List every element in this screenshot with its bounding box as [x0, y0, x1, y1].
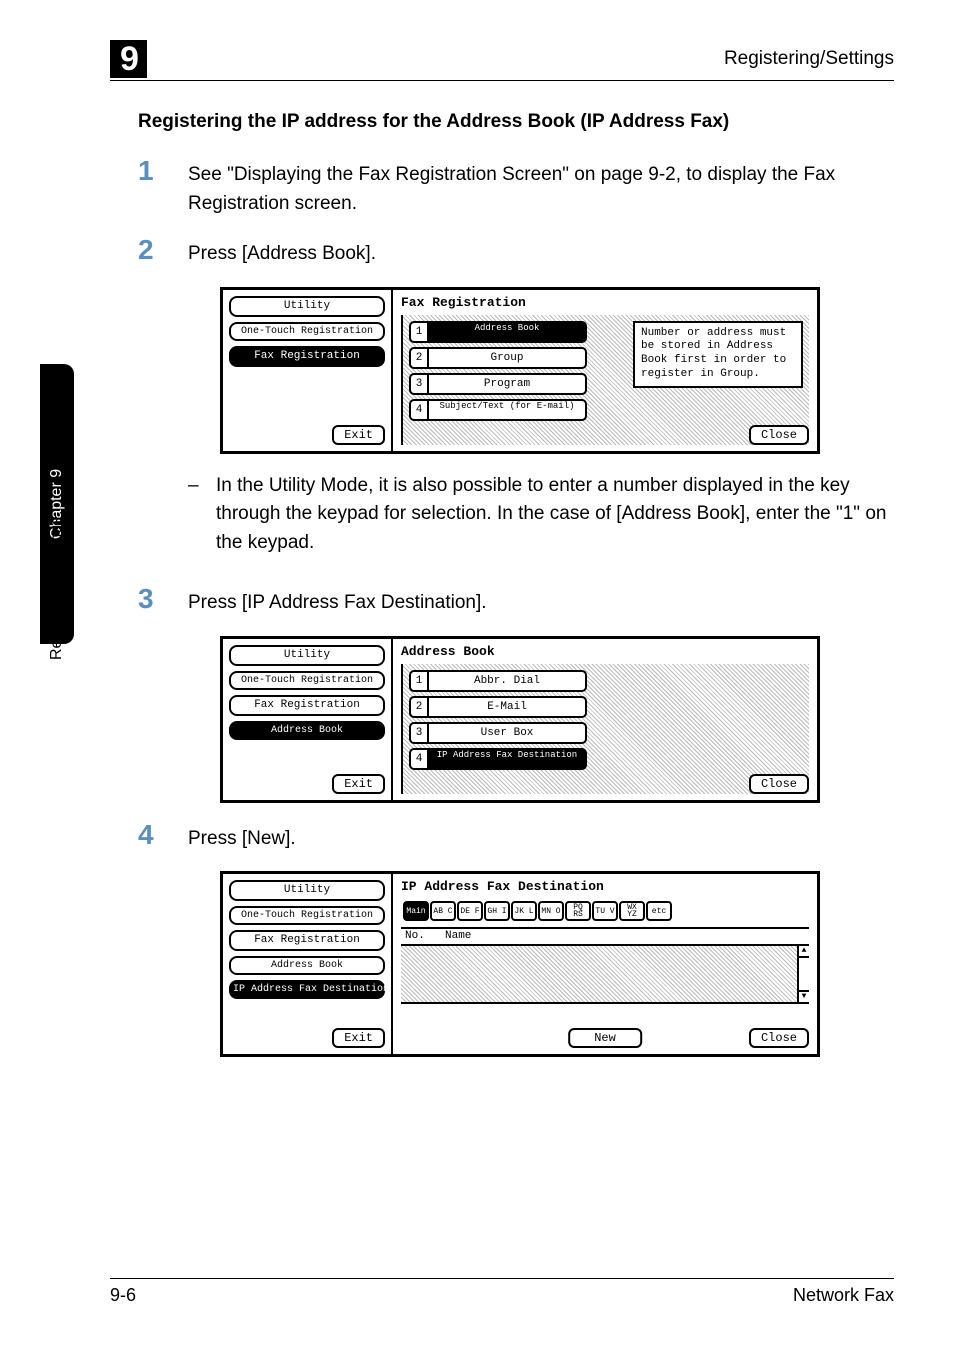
row-ip-fax-dest: 4 IP Address Fax Destination	[409, 748, 803, 770]
step-1-num: 1	[138, 157, 188, 218]
row4-num: 4	[409, 748, 427, 770]
tab-pqrs[interactable]: PQ RS	[565, 901, 591, 921]
row-abbr-dial: 1 Abbr. Dial	[409, 670, 803, 692]
close-button[interactable]: Close	[749, 1028, 809, 1048]
step-3-num: 3	[138, 585, 188, 618]
tab-def[interactable]: DE F	[457, 901, 483, 921]
screen1-right: Fax Registration 1 Address Book 2 Group …	[393, 290, 817, 451]
close-button[interactable]: Close	[749, 425, 809, 445]
tab-abc[interactable]: AB C	[430, 901, 456, 921]
note-text: In the Utility Mode, it is also possible…	[216, 472, 894, 558]
screen-fax-registration: Utility One-Touch Registration Fax Regis…	[220, 287, 820, 454]
step-1-text: See "Displaying the Fax Registration Scr…	[188, 157, 894, 218]
nav-onetouch[interactable]: One-Touch Registration	[229, 322, 385, 341]
nav-faxreg[interactable]: Fax Registration	[229, 930, 385, 951]
nav-utility[interactable]: Utility	[229, 645, 385, 666]
step-4-text: Press [New].	[188, 821, 296, 854]
tab-main[interactable]: Main	[403, 901, 429, 921]
section-title: Registering the IP address for the Addre…	[138, 111, 894, 133]
col-name: Name	[445, 931, 471, 942]
group-button[interactable]: Group	[427, 347, 587, 369]
screen2-title: Address Book	[401, 645, 809, 658]
exit-button[interactable]: Exit	[332, 774, 385, 794]
step-2-num: 2	[138, 236, 188, 269]
screen-ip-fax-destination: Utility One-Touch Registration Fax Regis…	[220, 871, 820, 1057]
program-button[interactable]: Program	[427, 373, 587, 395]
nav-ip-fax-dest[interactable]: IP Address Fax Destination	[229, 980, 385, 999]
col-no: No.	[405, 931, 445, 942]
scroll-up-icon[interactable]: ▲	[799, 946, 809, 958]
tab-wxyz[interactable]: WX YZ	[619, 901, 645, 921]
nav-faxreg[interactable]: Fax Registration	[229, 346, 385, 367]
row-subject-text: 4 Subject/Text (for E-mail)	[409, 399, 803, 421]
page-header: 9 Registering/Settings	[110, 40, 894, 81]
scroll-down-icon[interactable]: ▼	[799, 990, 809, 1002]
abbr-dial-button[interactable]: Abbr. Dial	[427, 670, 587, 692]
screen1-left: Utility One-Touch Registration Fax Regis…	[223, 290, 393, 451]
user-box-button[interactable]: User Box	[427, 722, 587, 744]
tab-jkl[interactable]: JK L	[511, 901, 537, 921]
row3-num: 3	[409, 722, 427, 744]
email-button[interactable]: E-Mail	[427, 696, 587, 718]
table-header: No. Name	[401, 927, 809, 946]
row3-num: 3	[409, 373, 427, 395]
nav-faxreg[interactable]: Fax Registration	[229, 695, 385, 716]
step-2-text: Press [Address Book].	[188, 236, 376, 269]
scrollbar[interactable]: ▲ ▼	[797, 946, 809, 1002]
nav-utility[interactable]: Utility	[229, 296, 385, 317]
nav-address-book[interactable]: Address Book	[229, 721, 385, 740]
row2-num: 2	[409, 696, 427, 718]
ip-fax-dest-button[interactable]: IP Address Fax Destination	[427, 748, 587, 770]
row4-num: 4	[409, 399, 427, 421]
step-3-text: Press [IP Address Fax Destination].	[188, 585, 487, 618]
row1-num: 1	[409, 321, 427, 343]
step2-note: – In the Utility Mode, it is also possib…	[188, 472, 894, 558]
chapter-number: 9	[110, 40, 147, 78]
exit-button[interactable]: Exit	[332, 1028, 385, 1048]
step-3: 3 Press [IP Address Fax Destination].	[138, 585, 894, 618]
subject-text-button[interactable]: Subject/Text (for E-mail)	[427, 399, 587, 421]
exit-button[interactable]: Exit	[332, 425, 385, 445]
table-body: ▲ ▼	[401, 946, 809, 1004]
page-number: 9-6	[110, 1285, 136, 1306]
step-1: 1 See "Displaying the Fax Registration S…	[138, 157, 894, 218]
screen2-body: 1 Abbr. Dial 2 E-Mail 3 User Box 4 IP Ad…	[401, 664, 809, 794]
screen3-right: IP Address Fax Destination Main AB C DE …	[393, 874, 817, 1054]
screen2-right: Address Book 1 Abbr. Dial 2 E-Mail 3 Use…	[393, 639, 817, 800]
tab-ghi[interactable]: GH I	[484, 901, 510, 921]
info-box: Number or address must be stored in Addr…	[633, 321, 803, 388]
step-4: 4 Press [New].	[138, 821, 894, 854]
header-title: Registering/Settings	[724, 48, 894, 70]
row1-num: 1	[409, 670, 427, 692]
tab-etc[interactable]: etc	[646, 901, 672, 921]
tab-tuv[interactable]: TU V	[592, 901, 618, 921]
new-button[interactable]: New	[568, 1028, 642, 1048]
page-footer: 9-6 Network Fax	[110, 1278, 894, 1306]
screen3-title: IP Address Fax Destination	[401, 880, 809, 893]
row-user-box: 3 User Box	[409, 722, 803, 744]
nav-onetouch[interactable]: One-Touch Registration	[229, 906, 385, 925]
screen-address-book: Utility One-Touch Registration Fax Regis…	[220, 636, 820, 803]
screen1-title: Fax Registration	[401, 296, 809, 309]
row2-num: 2	[409, 347, 427, 369]
nav-address-book[interactable]: Address Book	[229, 956, 385, 975]
nav-utility[interactable]: Utility	[229, 880, 385, 901]
side-section-label: Registering/Settings	[48, 517, 66, 660]
row-email: 2 E-Mail	[409, 696, 803, 718]
close-button[interactable]: Close	[749, 774, 809, 794]
screen2-left: Utility One-Touch Registration Fax Regis…	[223, 639, 393, 800]
step-2: 2 Press [Address Book].	[138, 236, 894, 269]
doc-title: Network Fax	[793, 1285, 894, 1306]
tab-mno[interactable]: MN O	[538, 901, 564, 921]
nav-onetouch[interactable]: One-Touch Registration	[229, 671, 385, 690]
note-dash: –	[188, 472, 216, 558]
address-book-button[interactable]: Address Book	[427, 321, 587, 343]
screen1-body: 1 Address Book 2 Group 3 Program 4 Subje…	[401, 315, 809, 445]
screen3-left: Utility One-Touch Registration Fax Regis…	[223, 874, 393, 1054]
step-4-num: 4	[138, 821, 188, 854]
alpha-tabs: Main AB C DE F GH I JK L MN O PQ RS TU V…	[401, 899, 809, 923]
